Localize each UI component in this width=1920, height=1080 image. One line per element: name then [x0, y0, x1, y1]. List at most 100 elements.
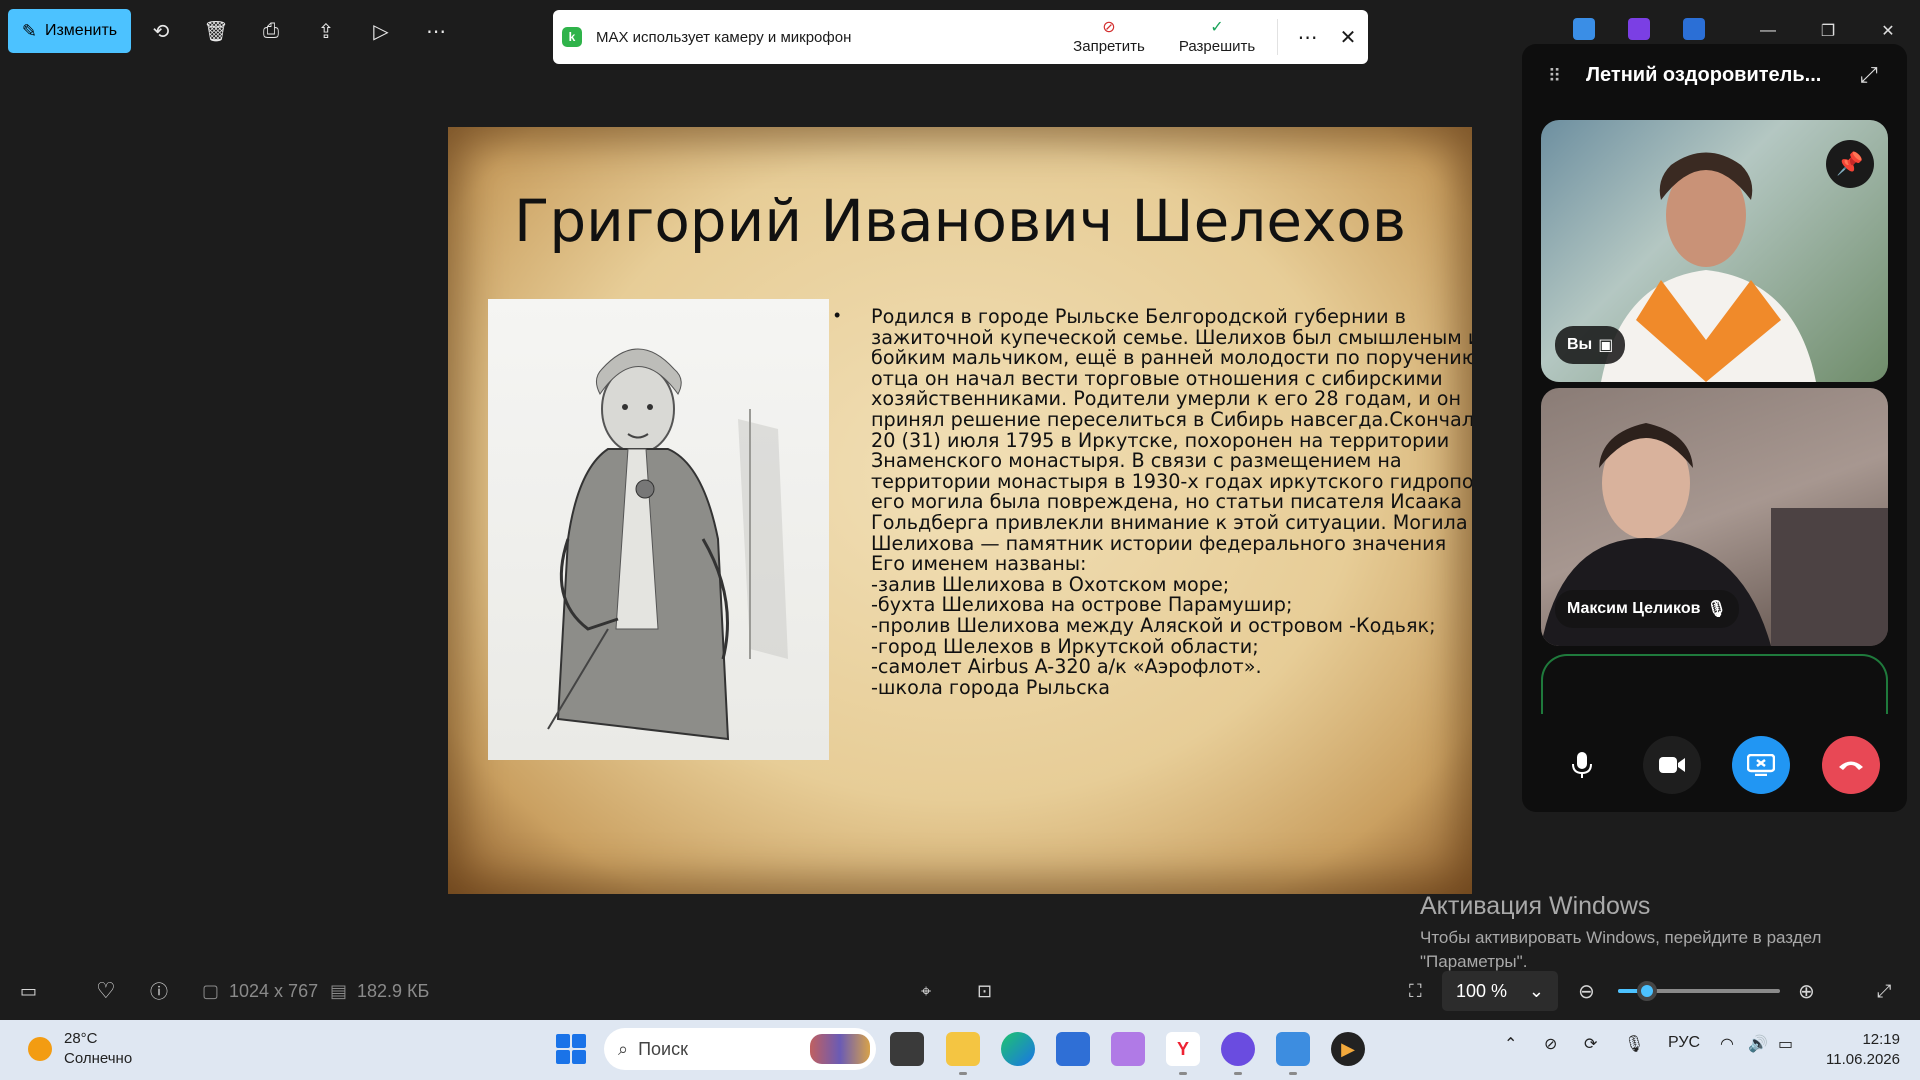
- text-scan-icon[interactable]: ⊡: [977, 965, 992, 1017]
- chevron-down-icon: ⌄: [1528, 980, 1544, 1001]
- running-indicator: [1289, 1072, 1297, 1075]
- edit-icon: ✎: [21, 20, 37, 41]
- microphone-button[interactable]: [1553, 736, 1611, 794]
- weather-widget[interactable]: 28°C Солнечно: [28, 1029, 132, 1069]
- camera-off-icon[interactable]: ⊘: [1544, 1034, 1557, 1054]
- fullscreen-icon[interactable]: ⤢: [1877, 965, 1891, 1017]
- slide-text-line: принял решение переселиться в Сибирь нав…: [871, 407, 1472, 431]
- sun-icon: [28, 1037, 52, 1061]
- participant-name: Максим Целиков: [1567, 600, 1701, 617]
- zoom-dropdown[interactable]: 100 % ⌄: [1442, 971, 1558, 1011]
- mic-muted-icon: 🎙: [1706, 601, 1727, 618]
- slide-text-line: -школа города Рыльска: [871, 675, 1110, 699]
- editor-app-icon[interactable]: [1573, 18, 1595, 40]
- media-player-icon[interactable]: ▶: [1331, 1032, 1365, 1066]
- edge-browser-icon[interactable]: [1001, 1032, 1035, 1066]
- slide-text-line: -пролив Шелихова между Аляской и острово…: [871, 613, 1436, 637]
- slide-text-line: территории монастыря в 1930-х годах ирку…: [871, 469, 1472, 493]
- allow-label: Разрешить: [1178, 37, 1256, 55]
- weather-condition: Солнечно: [64, 1050, 133, 1067]
- slide-text-line: его могила была повреждена, но статьи пи…: [871, 490, 1463, 514]
- rotate-icon[interactable]: ⟲: [141, 12, 181, 50]
- screen-share-button[interactable]: [1732, 736, 1790, 794]
- onedrive-icon[interactable]: [1683, 18, 1705, 40]
- allow-button[interactable]: ✓ Разрешить: [1167, 19, 1267, 55]
- sync-icon[interactable]: ⟳: [1584, 1034, 1597, 1054]
- hang-up-icon: [1839, 761, 1863, 770]
- zoom-in-icon[interactable]: ⊕: [1798, 965, 1815, 1017]
- dimensions-icon: ▢: [202, 980, 220, 1001]
- battery-icon[interactable]: ▭: [1778, 1034, 1793, 1054]
- task-view-icon[interactable]: [890, 1032, 924, 1066]
- video-call-panel: ⠿ Летний оздоровитель... ⤢ 📌 Вы ▣ Максим…: [1522, 44, 1907, 812]
- zoom-slider[interactable]: [1618, 981, 1780, 1001]
- close-icon[interactable]: ✕: [1328, 25, 1368, 50]
- more-icon[interactable]: ⋯: [416, 12, 456, 50]
- portrait-engraving: [547, 348, 788, 741]
- print-icon[interactable]: ⎙: [251, 12, 291, 50]
- language-indicator[interactable]: РУС: [1668, 1034, 1700, 1052]
- bullet-point: •: [834, 305, 841, 325]
- start-button[interactable]: [556, 1034, 586, 1064]
- search-box[interactable]: ⌕ Поиск: [604, 1028, 876, 1070]
- slide-text-line: -бухта Шелихова на острове Парамушир;: [871, 593, 1293, 617]
- photos-app-icon[interactable]: [1276, 1032, 1310, 1066]
- slideshow-icon[interactable]: ▷: [361, 12, 401, 50]
- yandex-browser-icon[interactable]: Y: [1166, 1032, 1200, 1066]
- file-explorer-icon[interactable]: [946, 1032, 980, 1066]
- participant-video-tile[interactable]: Максим Целиков 🎙: [1541, 388, 1888, 646]
- max-messenger-icon[interactable]: [1221, 1032, 1255, 1066]
- activation-title: Активация Windows: [1420, 892, 1651, 920]
- max-app-icon: k: [562, 27, 582, 47]
- edit-button-label: Изменить: [44, 22, 118, 39]
- end-call-button[interactable]: [1822, 736, 1880, 794]
- share-icon[interactable]: ⇪: [306, 12, 346, 50]
- viewer-bottom-bar: ▭ ♡ ⓘ ▢ 1024 x 767 ▤ 182.9 КБ ⌖ ⊡ ⛶ 100 …: [0, 965, 1920, 1017]
- running-indicator: [1234, 1072, 1242, 1075]
- file-size: ▤ 182.9 КБ: [330, 965, 429, 1017]
- call-title: Летний оздоровитель...: [1586, 64, 1822, 86]
- clipchamp-app-icon[interactable]: [1628, 18, 1650, 40]
- camera-icon: [1659, 757, 1685, 773]
- volume-icon[interactable]: 🔊: [1748, 1034, 1768, 1054]
- edit-button[interactable]: ✎ Изменить: [8, 9, 131, 53]
- zoom-slider-thumb[interactable]: [1637, 981, 1658, 1001]
- zoom-out-icon[interactable]: ⊖: [1578, 965, 1595, 1017]
- chevron-up-icon[interactable]: ⌃: [1504, 1034, 1517, 1054]
- active-speaker-tile[interactable]: [1541, 654, 1888, 714]
- minimize-icon[interactable]: —: [1745, 16, 1791, 46]
- favorite-icon[interactable]: ♡: [96, 965, 116, 1017]
- wifi-icon[interactable]: ◠: [1720, 1034, 1734, 1054]
- drag-handle-icon[interactable]: ⠿: [1548, 66, 1561, 87]
- fit-to-window-icon[interactable]: ⛶: [1409, 965, 1422, 1017]
- info-icon[interactable]: ⓘ: [150, 965, 168, 1017]
- delete-icon[interactable]: 🗑: [196, 12, 236, 50]
- expand-icon[interactable]: ⤢: [1860, 62, 1878, 88]
- taskbar: 28°C Солнечно ⌕ Поиск Y ▶ ⌃ ⊘ ⟳ 🎙 РУС ◠ …: [0, 1020, 1920, 1080]
- disk-icon: ▤: [330, 980, 348, 1001]
- running-indicator: [1179, 1072, 1187, 1075]
- pin-icon[interactable]: 📌: [1826, 140, 1874, 188]
- self-name-tag: Вы ▣: [1555, 326, 1626, 364]
- image-dimensions: ▢ 1024 x 767: [202, 965, 318, 1017]
- deny-button[interactable]: ⊘ Запретить: [1059, 19, 1159, 55]
- restore-icon[interactable]: ❐: [1805, 16, 1851, 46]
- dimensions-value: 1024 x 767: [229, 980, 319, 1001]
- pen-app-icon[interactable]: [1111, 1032, 1145, 1066]
- slide-title: Григорий Иванович Шелехов: [513, 187, 1407, 255]
- slide-text-line: зажиточной купеческой семье. Шелихов был…: [871, 325, 1472, 349]
- filmstrip-icon[interactable]: ▭: [20, 965, 37, 1017]
- temperature: 28°C: [64, 1030, 98, 1047]
- slide-text-line: Гольдберга привлекли внимание к этой сит…: [871, 510, 1468, 534]
- self-video-tile[interactable]: 📌 Вы ▣: [1541, 120, 1888, 382]
- microphone-tray-icon[interactable]: 🎙: [1624, 1034, 1644, 1054]
- clock[interactable]: 12:19 11.06.2026: [1820, 1030, 1900, 1070]
- more-icon[interactable]: ⋯: [1288, 25, 1328, 50]
- portrait-image: [488, 299, 829, 760]
- store-icon[interactable]: [1056, 1032, 1090, 1066]
- visual-search-icon[interactable]: ⌖: [921, 965, 931, 1017]
- permission-bar: k MAX использует камеру и микрофон ⊘ Зап…: [553, 10, 1368, 64]
- close-window-icon[interactable]: ✕: [1865, 16, 1911, 46]
- camera-button[interactable]: [1643, 736, 1701, 794]
- deny-label: Запретить: [1073, 37, 1145, 55]
